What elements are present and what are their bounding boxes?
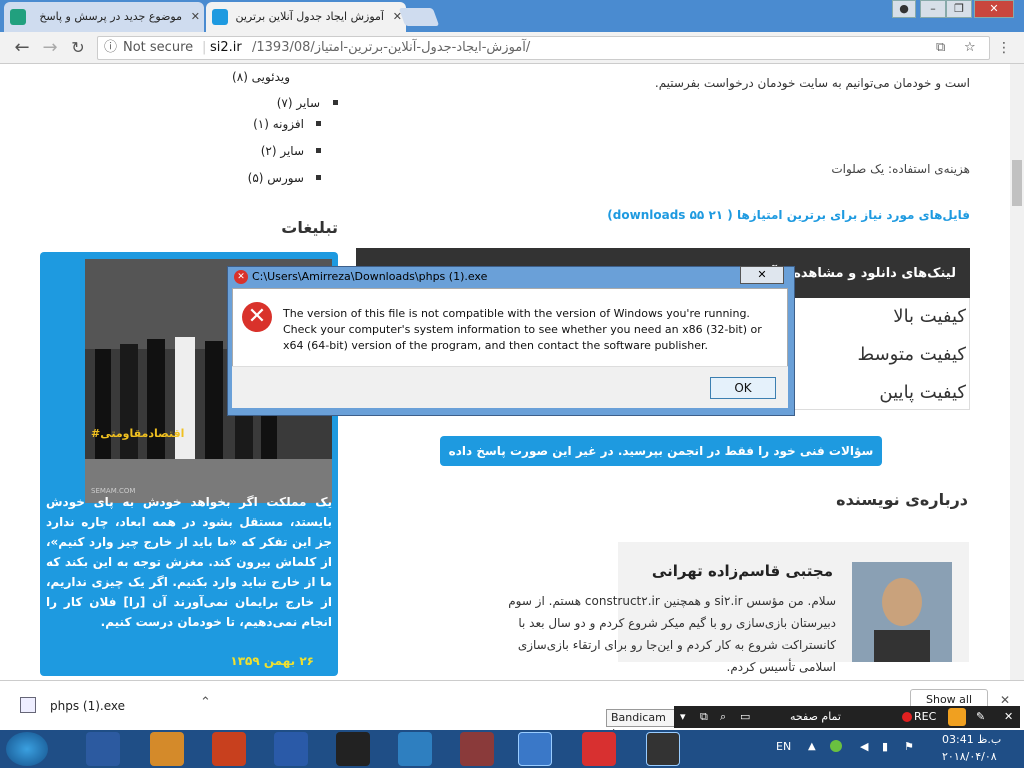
dialog-message: The version of this file is not compatib…: [283, 307, 762, 352]
dialog-title: C:\Users\Amirreza\Downloads\phps (1).exe: [252, 270, 488, 283]
tab-close-icon[interactable]: ✕: [191, 10, 200, 23]
zoom-icon[interactable]: ⌕: [720, 710, 726, 724]
ads-heading: تبلیغات: [281, 218, 338, 237]
avatar: [852, 562, 952, 662]
dialog-error-icon: ✕: [234, 270, 248, 284]
bookmark-star-icon[interactable]: ☆: [964, 37, 976, 59]
avatar-photo: [852, 562, 952, 662]
article-text: است و خودمان می‌توانیم به سایت خودمان در…: [654, 76, 970, 90]
reload-icon[interactable]: ↻: [68, 38, 88, 58]
quality-high-link[interactable]: کیفیت بالا: [893, 306, 966, 327]
chrome-icon[interactable]: [518, 732, 552, 766]
bandicam-taskbar-icon[interactable]: [646, 732, 680, 766]
address-toolbar: ← → ↻ ⓘ Not secure | si2.ir /1393/08/آمو…: [0, 32, 1024, 64]
url-omnibox[interactable]: ⓘ Not secure | si2.ir /1393/08/آموزش-ایج…: [97, 36, 990, 60]
app-icon-1[interactable]: [86, 732, 120, 766]
category-plugin[interactable]: افزونه (۱): [164, 117, 304, 131]
start-button[interactable]: [6, 732, 48, 766]
gear-favicon-icon: [10, 9, 26, 25]
bandicam-menu-icon[interactable]: ▾: [680, 710, 686, 723]
word-icon[interactable]: [274, 732, 308, 766]
minimize-button[interactable]: –: [920, 0, 946, 18]
menu-icon[interactable]: ⋮: [994, 38, 1014, 58]
ad-quote: یک مملکت اگر بخواهد خودش به پای خودش بای…: [46, 495, 332, 629]
category-videos[interactable]: ویدئویی (۸): [150, 70, 290, 84]
forward-icon[interactable]: →: [40, 38, 60, 58]
translate-icon[interactable]: ⧉: [936, 37, 945, 59]
language-indicator[interactable]: EN: [776, 740, 791, 753]
about-heading: درباره‌ی نویسنده: [836, 490, 968, 509]
ok-button[interactable]: OK: [710, 377, 776, 399]
scrollbar-thumb[interactable]: [1012, 160, 1022, 206]
app-icon-4[interactable]: [582, 732, 616, 766]
rec-dot-icon: [902, 712, 912, 722]
error-icon: ✕: [242, 302, 272, 332]
clock-time[interactable]: 03:41 ب.ظ: [942, 733, 1001, 746]
new-tab-button[interactable]: [398, 8, 440, 26]
capture-mode-label: تمام صفحه: [790, 710, 841, 723]
region-icon[interactable]: ▭: [740, 710, 750, 723]
close-shelf-icon[interactable]: ✕: [1000, 693, 1010, 707]
bandicam-label: Bandicam (s: [606, 709, 676, 740]
chevron-up-icon[interactable]: ⌃: [200, 695, 211, 710]
list-bullet: [333, 100, 338, 105]
url-path: /1393/08/آموزش-ایجاد-جدول-آنلاین-برترین-…: [252, 40, 531, 55]
network-icon[interactable]: ▮: [882, 740, 888, 753]
quality-medium-link[interactable]: کیفیت متوسط: [858, 344, 966, 365]
exe-file-icon: [20, 697, 36, 713]
close-window-button[interactable]: ✕: [974, 0, 1014, 18]
dialog-footer: [232, 366, 788, 408]
volume-icon[interactable]: ◀: [860, 740, 868, 753]
category-other[interactable]: سایر (۷): [180, 96, 320, 110]
back-icon[interactable]: ←: [12, 38, 32, 58]
powerpoint-icon[interactable]: [212, 732, 246, 766]
tab-title: آموزش ایجاد جدول آنلاین برترین: [235, 10, 384, 23]
tab-strip: موضوع جدید در پرسش و پاسخ ✕ آموزش ایجاد …: [0, 0, 1024, 32]
dialog-close-button[interactable]: ✕: [740, 266, 784, 284]
pencil-icon[interactable]: ✎: [976, 710, 985, 723]
site-favicon-icon: [212, 9, 228, 25]
camera-icon[interactable]: [948, 708, 966, 726]
tray-app-icon[interactable]: [830, 740, 842, 752]
app-icon-2[interactable]: [398, 732, 432, 766]
list-bullet: [316, 121, 321, 126]
author-bio: سلام. من مؤسس si۲.ir و همچنین construct۲…: [508, 594, 836, 674]
clock-date[interactable]: ۲۰۱۸/۰۴/۰۸: [942, 750, 997, 763]
studio-icon[interactable]: [336, 732, 370, 766]
rec-label[interactable]: REC: [914, 710, 936, 723]
forum-questions-button[interactable]: سؤالات فنی خود را فقط در انجمن بپرسید. د…: [440, 436, 882, 488]
ad-date: ۲۶ بهمن ۱۳۵۹: [230, 654, 314, 668]
download-file-name[interactable]: phps (1).exe: [50, 699, 125, 713]
separator: |: [202, 40, 207, 55]
tray-up-icon[interactable]: ▲: [808, 741, 816, 752]
user-profile-icon[interactable]: ●: [892, 0, 916, 18]
url-domain: si2.ir: [210, 40, 242, 55]
security-label: Not secure: [123, 40, 194, 55]
list-bullet: [316, 175, 321, 180]
bandicam-toolbar: ▾ ⧉ ⌕ ▭ تمام صفحه REC ✎ ✕: [674, 706, 1020, 728]
app-icon-3[interactable]: [460, 732, 494, 766]
files-link[interactable]: فایل‌های مورد نیاز برای برترین امتیازها …: [560, 208, 970, 222]
page-scrollbar[interactable]: [1010, 64, 1024, 680]
category-source[interactable]: سورس (۵): [164, 171, 304, 185]
list-bullet: [316, 148, 321, 153]
tab-forum[interactable]: موضوع جدید در پرسش و پاسخ ✕: [4, 2, 204, 32]
info-icon[interactable]: ⓘ: [104, 37, 117, 59]
paint-icon[interactable]: [150, 732, 184, 766]
restore-button[interactable]: ❐: [946, 0, 972, 18]
quality-low-link[interactable]: کیفیت پایین: [879, 382, 966, 403]
category-other-2[interactable]: سایر (۲): [164, 144, 304, 158]
tab-tutorial[interactable]: آموزش ایجاد جدول آنلاین برترین ✕: [206, 2, 406, 32]
bandicam-close-icon[interactable]: ✕: [1004, 710, 1013, 723]
window-mode-icon[interactable]: ⧉: [700, 710, 708, 724]
action-center-icon[interactable]: ⚑: [904, 740, 914, 753]
ad-hashtag: #اقتصادمقاومتی: [91, 427, 185, 440]
cost-line: هزینه‌ی استفاده: یک صلوات: [831, 162, 970, 176]
tab-title: موضوع جدید در پرسش و پاسخ: [39, 10, 182, 23]
author-name[interactable]: مجتبی قاسم‌زاده تهرانی: [640, 562, 833, 580]
